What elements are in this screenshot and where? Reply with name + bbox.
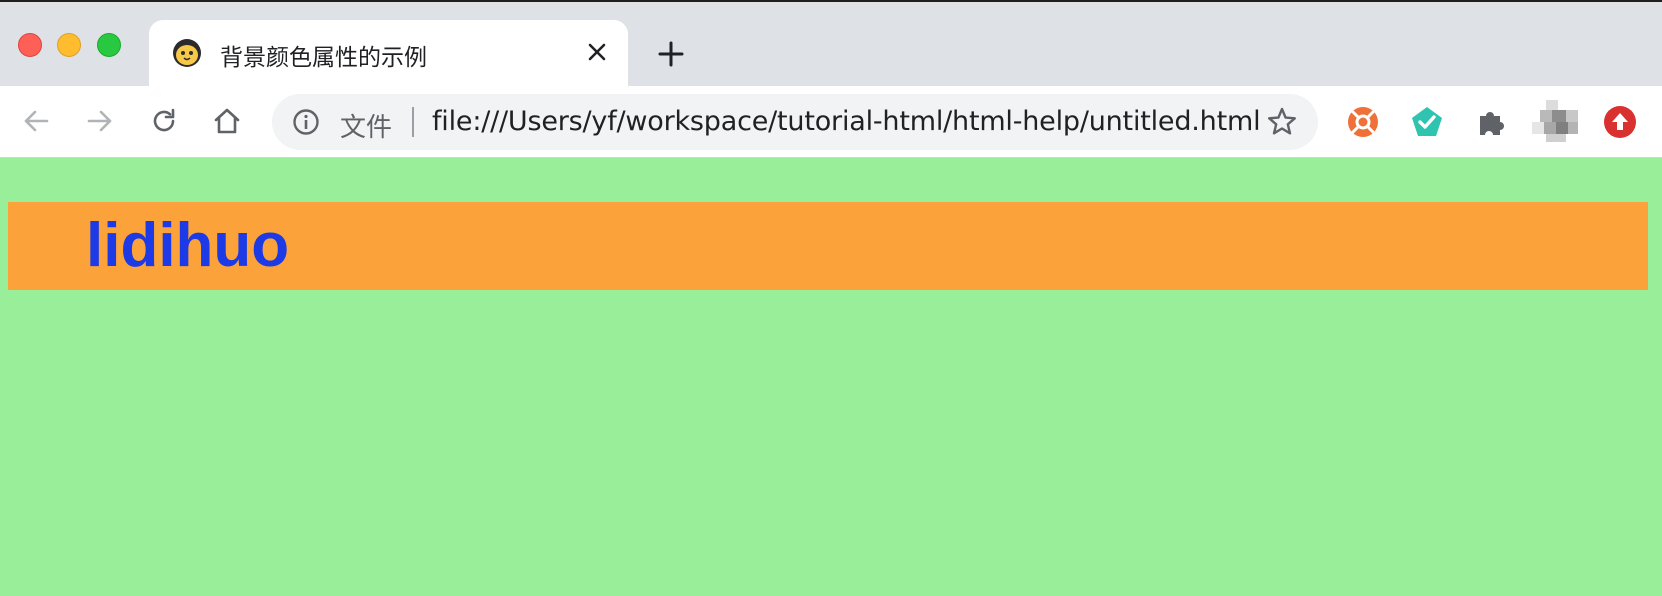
- maximize-window-button[interactable]: [97, 33, 121, 57]
- home-icon: [214, 108, 240, 134]
- arrow-right-icon: [87, 110, 112, 132]
- minimize-window-button[interactable]: [57, 33, 81, 57]
- title-bar: 背景颜色属性的示例: [0, 0, 1662, 88]
- avatar-pixelated: [1532, 100, 1578, 142]
- arrow-left-icon: [24, 110, 49, 132]
- close-window-button[interactable]: [18, 33, 42, 57]
- browser-toolbar: 文件 file:///Users/yf/workspace/tutorial-h…: [0, 86, 1662, 158]
- page-heading: lidihuo: [86, 211, 290, 280]
- page-content: lidihuo: [0, 158, 1662, 596]
- url-scheme-label: 文件: [340, 113, 393, 143]
- extensions-menu-button[interactable]: [1473, 104, 1509, 140]
- url-text[interactable]: file:///Users/yf/workspace/tutorial-html…: [432, 106, 1261, 137]
- browser-window: 背景颜色属性的示例 文件 file:///Users/yf/workspace/…: [0, 0, 1662, 596]
- plus-icon: [658, 41, 684, 67]
- lifebuoy-icon: [1348, 107, 1378, 137]
- extension-check[interactable]: [1409, 104, 1445, 140]
- new-tab-button[interactable]: [655, 38, 687, 70]
- extension-lifebuoy[interactable]: [1345, 104, 1381, 140]
- info-icon[interactable]: [292, 108, 320, 136]
- close-icon: [588, 43, 606, 61]
- tab-active[interactable]: 背景颜色属性的示例: [149, 20, 628, 88]
- puzzle-icon: [1480, 112, 1504, 135]
- mascot-icon: [173, 39, 201, 67]
- star-icon[interactable]: [1266, 106, 1298, 138]
- extension-upload[interactable]: [1602, 104, 1638, 140]
- upload-icon: [1604, 106, 1636, 138]
- tab-title: 背景颜色属性的示例: [220, 45, 427, 71]
- back-button[interactable]: [17, 102, 55, 140]
- check-pentagon-icon: [1412, 107, 1442, 136]
- heading-block: lidihuo: [8, 202, 1648, 290]
- omnibox-divider: [412, 107, 414, 137]
- address-bar[interactable]: 文件 file:///Users/yf/workspace/tutorial-h…: [272, 94, 1318, 150]
- home-button[interactable]: [208, 102, 246, 140]
- avatar[interactable]: [1532, 100, 1580, 144]
- forward-button[interactable]: [81, 102, 119, 140]
- reload-icon: [153, 108, 175, 132]
- tab-close-button[interactable]: [584, 39, 610, 65]
- reload-button[interactable]: [145, 102, 183, 140]
